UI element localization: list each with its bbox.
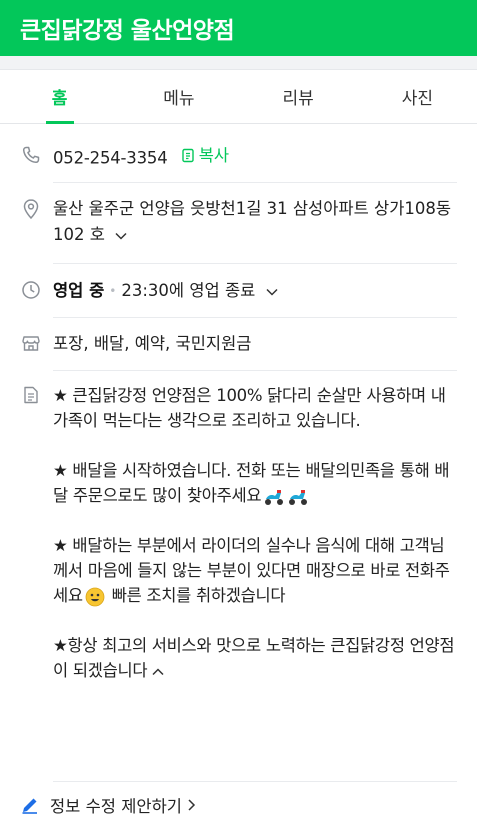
- tab-review[interactable]: 리뷰: [239, 70, 358, 123]
- smiley-icon: [85, 587, 105, 606]
- app-header: 큰집닭강정 울산언양점: [0, 0, 477, 56]
- chevron-right-icon: [188, 799, 195, 811]
- phone-number[interactable]: 052-254-3354: [53, 149, 168, 168]
- location-pin-icon: [20, 196, 42, 248]
- separator-dot: •: [109, 284, 117, 298]
- copy-button[interactable]: 복사: [181, 143, 229, 168]
- store-icon: [20, 331, 42, 356]
- copy-icon: [182, 148, 194, 162]
- divider: [53, 370, 457, 371]
- services-text: 포장, 배달, 예약, 국민지원금: [53, 334, 252, 353]
- divider: [53, 182, 457, 183]
- description-paragraph-4: ★항상 최고의 서비스와 맛으로 노력하는 큰집닭강정 언양점이 되겠습니다: [53, 636, 455, 680]
- page-title: 큰집닭강정 울산언양점: [20, 18, 235, 44]
- divider: [53, 317, 457, 318]
- address-row: 울산 울주군 언양읍 읏방천1길 31 삼성아파트 상가108동 102 호: [20, 196, 457, 248]
- description-row: ★ 큰집닭강정 언양점은 100% 닭다리 순살만 사용하며 내 가족이 먹는다…: [20, 383, 457, 683]
- tab-bar: 홈 메뉴 리뷰 사진: [0, 70, 477, 124]
- description-text: ★ 큰집닭강정 언양점은 100% 닭다리 순살만 사용하며 내 가족이 먹는다…: [53, 383, 457, 683]
- hours-row: 영업 중 • 23:30에 영업 종료: [20, 278, 457, 304]
- divider: [53, 781, 457, 782]
- business-status: 영업 중: [53, 281, 105, 300]
- clock-icon: [20, 278, 42, 304]
- address-text: 울산 울주군 언양읍 읏방천1길 31 삼성아파트 상가108동 102 호: [53, 199, 452, 244]
- tab-photo[interactable]: 사진: [358, 70, 477, 123]
- edit-suggestion-link[interactable]: 정보 수정 제안하기: [20, 793, 206, 817]
- description-paragraph-2: ★ 배달을 시작하였습니다. 전화 또는 배달의민족을 통해 배달 주문으로도 …: [53, 461, 450, 505]
- edit-suggestion-label: 정보 수정 제안하기: [50, 797, 182, 816]
- divider: [53, 263, 457, 264]
- scooter-icon: [289, 489, 308, 505]
- tab-home[interactable]: 홈: [0, 70, 119, 123]
- phone-row: 052-254-3354 복사: [20, 143, 457, 171]
- phone-icon: [20, 143, 42, 171]
- description-icon: [20, 383, 42, 683]
- header-spacer: [0, 56, 477, 70]
- scooter-icon: [265, 489, 284, 505]
- chevron-up-icon[interactable]: [151, 667, 165, 677]
- description-paragraph-3-end: 빠른 조치를 취하겠습니다: [106, 586, 286, 605]
- chevron-down-icon[interactable]: [265, 287, 279, 297]
- description-paragraph-1: ★ 큰집닭강정 언양점은 100% 닭다리 순살만 사용하며 내 가족이 먹는다…: [53, 386, 446, 430]
- services-row: 포장, 배달, 예약, 국민지원금: [20, 331, 457, 356]
- pencil-icon: [22, 798, 37, 814]
- tab-menu[interactable]: 메뉴: [119, 70, 238, 123]
- chevron-down-icon[interactable]: [114, 231, 128, 241]
- closing-time: 23:30에 영업 종료: [121, 281, 256, 300]
- copy-label: 복사: [198, 146, 230, 165]
